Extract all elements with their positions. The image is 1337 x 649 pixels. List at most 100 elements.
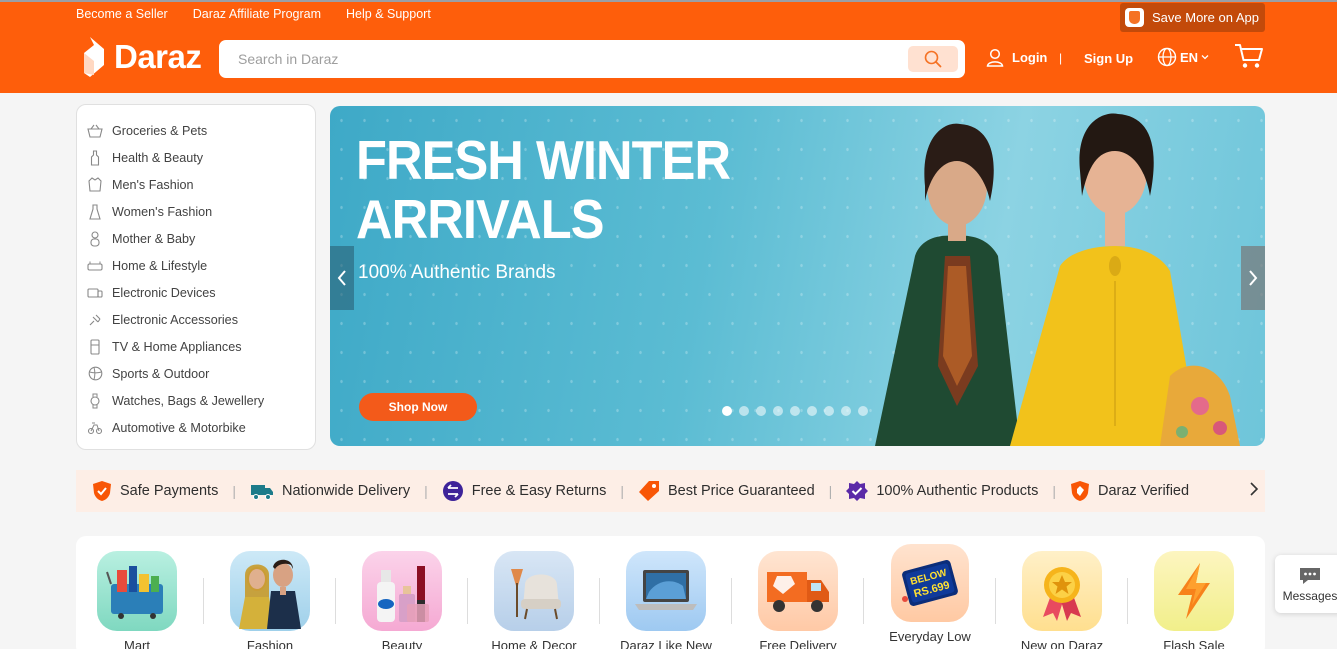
trust-item-delivery[interactable]: Nationwide Delivery [250, 481, 410, 501]
category-label: Mother & Baby [112, 231, 196, 246]
category-item[interactable]: TV & Home Appliances [77, 333, 315, 360]
category-label: Home & Lifestyle [112, 258, 208, 273]
fridge-icon [87, 338, 103, 355]
dress-icon [87, 203, 103, 220]
quick-category-label: Home & Decor [491, 638, 577, 649]
category-item[interactable]: Health & Beauty [77, 144, 315, 171]
beauty-icon [362, 551, 442, 631]
cart-button[interactable] [1234, 42, 1264, 75]
category-item[interactable]: Electronic Devices [77, 279, 315, 306]
trust-item-safe-payments[interactable]: Safe Payments [92, 480, 218, 502]
delivery-truck-icon [758, 551, 838, 631]
category-menu: Groceries & Pets Health & Beauty Men's F… [76, 104, 316, 450]
quick-category-free-delivery[interactable]: Free Delivery [748, 551, 848, 649]
shop-now-button[interactable]: Shop Now [359, 393, 477, 421]
carousel-dot[interactable] [858, 406, 868, 416]
carousel-next-button[interactable] [1241, 246, 1265, 310]
app-promo-label: Save More on App [1152, 10, 1259, 25]
header: Become a Seller Daraz Affiliate Program … [0, 0, 1337, 93]
bottle-icon [87, 149, 103, 166]
user-icon [986, 48, 1004, 67]
carousel-dot[interactable] [824, 406, 834, 416]
fashion-icon [230, 551, 310, 631]
carousel-dot[interactable] [756, 406, 766, 416]
carousel-dot[interactable] [722, 406, 732, 416]
save-more-on-app-button[interactable]: Save More on App [1120, 3, 1265, 32]
daraz-logo[interactable]: Daraz [80, 35, 202, 79]
category-label: Groceries & Pets [112, 123, 208, 138]
category-label: Men's Fashion [112, 177, 194, 192]
quick-category-home-decor[interactable]: Home & Decor [484, 551, 584, 649]
chat-icon [1300, 567, 1320, 584]
category-item[interactable]: Groceries & Pets [77, 117, 315, 144]
ball-icon [87, 366, 103, 382]
login-link[interactable]: Login [986, 48, 1047, 67]
globe-icon [1157, 47, 1177, 67]
category-item[interactable]: Sports & Outdoor [77, 360, 315, 387]
affiliate-program-link[interactable]: Daraz Affiliate Program [193, 7, 321, 21]
quick-category-everyday-low[interactable]: BELOW RS.699 Everyday Low [880, 544, 980, 644]
plug-icon [87, 312, 103, 328]
carousel-dots [722, 406, 868, 416]
chevron-down-icon [1201, 55, 1209, 60]
daraz-app-icon [1125, 8, 1144, 27]
become-seller-link[interactable]: Become a Seller [76, 7, 168, 21]
category-item[interactable]: Electronic Accessories [77, 306, 315, 333]
devices-icon [87, 285, 103, 301]
category-item[interactable]: Home & Lifestyle [77, 252, 315, 279]
baby-icon [87, 230, 103, 247]
category-label: TV & Home Appliances [112, 339, 242, 354]
carousel-dot[interactable] [773, 406, 783, 416]
hero-banner[interactable]: FRESH WINTER ARRIVALS 100% Authentic Bra… [330, 106, 1265, 446]
quick-category-label: Beauty [381, 638, 423, 649]
quick-category-label: Fashion [246, 638, 294, 649]
quick-category-fashion[interactable]: Fashion [220, 551, 320, 649]
help-support-link[interactable]: Help & Support [346, 7, 431, 21]
trust-item-authentic[interactable]: 100% Authentic Products [846, 480, 1038, 502]
carousel-prev-button[interactable] [330, 246, 354, 310]
search-input[interactable] [238, 40, 898, 78]
trust-label: Best Price Guaranteed [667, 483, 815, 499]
signup-link[interactable]: Sign Up [1084, 51, 1133, 66]
category-item[interactable]: Mother & Baby [77, 225, 315, 252]
carousel-dot[interactable] [807, 406, 817, 416]
category-item[interactable]: Automotive & Motorbike [77, 414, 315, 441]
language-label: EN [1180, 49, 1199, 65]
carousel-dot[interactable] [739, 406, 749, 416]
carousel-dot[interactable] [841, 406, 851, 416]
carousel-dot[interactable] [790, 406, 800, 416]
trust-item-daraz-verified[interactable]: Daraz Verified [1070, 480, 1189, 502]
medal-icon [1022, 551, 1102, 631]
banner-title-line2: ARRIVALS [356, 188, 604, 250]
trust-item-returns[interactable]: Free & Easy Returns [442, 480, 606, 502]
daraz-shield-icon [1070, 481, 1089, 501]
category-label: Electronic Devices [112, 285, 216, 300]
basket-icon [87, 123, 103, 139]
search-icon [924, 50, 942, 68]
header-separator: | [1059, 51, 1063, 65]
trust-item-best-price[interactable]: Best Price Guaranteed [638, 480, 815, 502]
quick-category-flash-sale[interactable]: Flash Sale [1144, 551, 1244, 649]
category-item[interactable]: Women's Fashion [77, 198, 315, 225]
truck-icon [250, 485, 273, 500]
chevron-right-icon [1249, 270, 1258, 286]
daraz-logo-icon [84, 37, 104, 77]
lightning-icon [1154, 551, 1234, 631]
quick-category-label: New on Daraz [1020, 638, 1104, 649]
messages-button[interactable]: Messages [1275, 555, 1337, 613]
category-item[interactable]: Men's Fashion [77, 171, 315, 198]
trust-next-button[interactable] [1249, 480, 1259, 503]
language-selector[interactable]: EN [1157, 47, 1209, 67]
return-icon [442, 481, 463, 501]
category-label: Health & Beauty [112, 150, 204, 165]
category-item[interactable]: Watches, Bags & Jewellery [77, 387, 315, 414]
quick-category-new-on-daraz[interactable]: New on Daraz [1012, 551, 1112, 649]
quick-category-like-new[interactable]: Daraz Like New [616, 551, 716, 649]
quick-category-mart[interactable]: Mart [87, 551, 187, 649]
quick-category-beauty[interactable]: Beauty [352, 551, 452, 649]
search-button[interactable] [908, 46, 958, 72]
quick-category-label: Everyday Low [889, 629, 971, 644]
chair-icon [494, 551, 574, 631]
price-tag-icon [638, 481, 659, 501]
quick-category-label: Daraz Like New [620, 638, 712, 649]
